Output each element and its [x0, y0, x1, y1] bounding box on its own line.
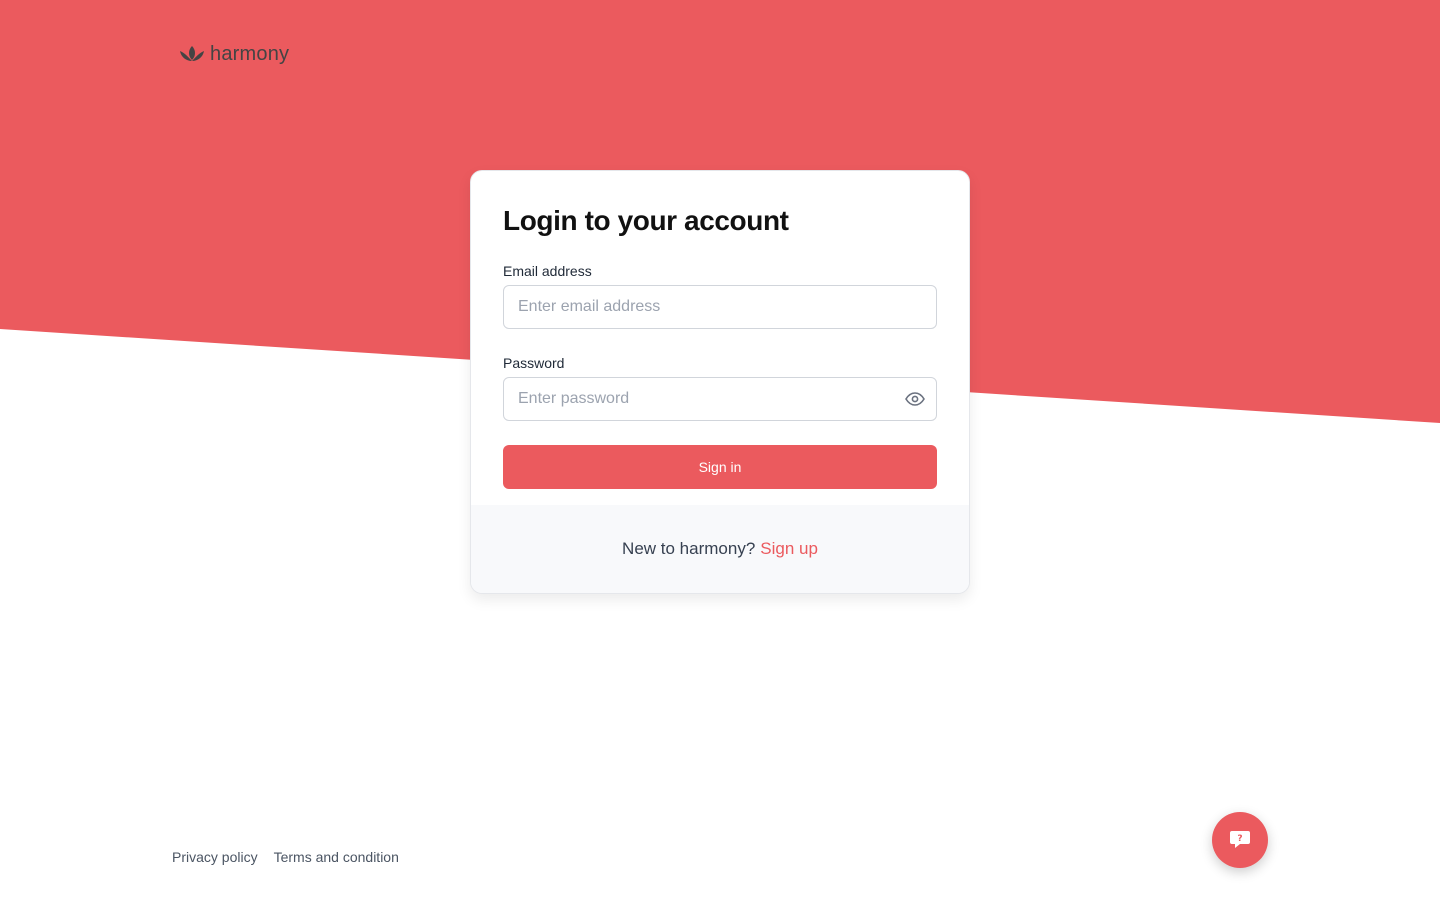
password-field-wrap [503, 377, 937, 421]
signup-prompt: New to harmony? Sign up [471, 505, 969, 593]
svg-text:?: ? [1237, 834, 1242, 844]
lotus-icon [180, 46, 204, 61]
privacy-policy-link[interactable]: Privacy policy [172, 849, 258, 865]
brand-name: harmony [210, 42, 290, 65]
terms-link[interactable]: Terms and condition [274, 849, 399, 865]
footer-links: Privacy policy Terms and condition [172, 849, 399, 865]
eye-icon [905, 392, 925, 406]
login-card: Login to your account Email address Pass… [470, 170, 970, 594]
page-title: Login to your account [503, 205, 789, 236]
login-form: Login to your account Email address Pass… [471, 171, 969, 505]
sign-up-link[interactable]: Sign up [760, 539, 818, 559]
help-chat-button[interactable]: ? [1212, 812, 1268, 868]
signup-prompt-text: New to harmony? [622, 539, 756, 558]
brand-logo[interactable]: harmony [178, 40, 289, 68]
email-label: Email address [503, 263, 592, 279]
email-field-wrap [503, 285, 937, 329]
password-input[interactable] [503, 377, 937, 421]
sign-in-button[interactable]: Sign in [503, 445, 937, 489]
password-label: Password [503, 355, 565, 371]
show-password-toggle[interactable] [905, 389, 925, 409]
chat-question-icon: ? [1230, 831, 1250, 848]
email-input[interactable] [503, 285, 937, 329]
login-page: harmony Login to your account Email addr… [0, 0, 1440, 900]
